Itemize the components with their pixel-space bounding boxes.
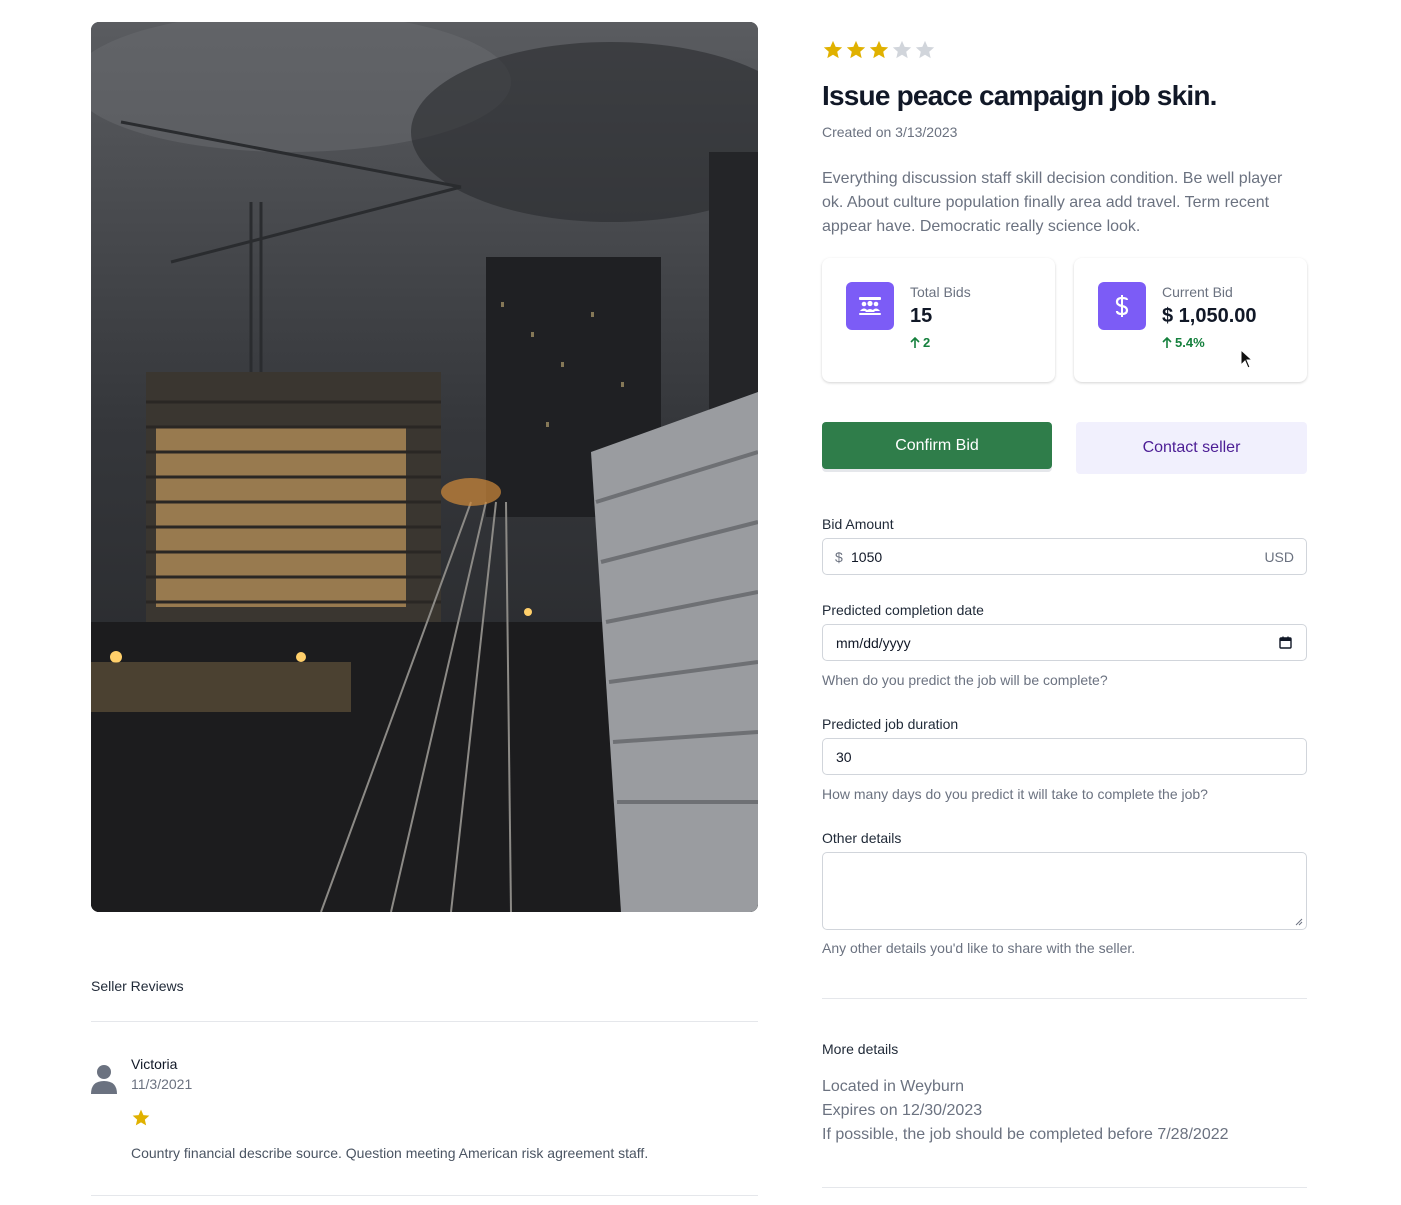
confirm-bid-button[interactable]: Confirm Bid xyxy=(822,422,1052,469)
star-filled-icon xyxy=(132,1109,150,1126)
current-bid-value: $ 1,050.00 xyxy=(1162,305,1257,327)
user-avatar-icon xyxy=(91,1065,117,1094)
listing-rating xyxy=(822,39,936,61)
divider xyxy=(822,1187,1307,1188)
current-bid-change-value: 5.4% xyxy=(1175,335,1205,350)
divider xyxy=(91,1195,758,1196)
current-bid-card: Current Bid $ 1,050.00 5.4% xyxy=(1074,258,1307,382)
review-author: Victoria xyxy=(131,1056,178,1072)
more-details-title: More details xyxy=(822,1041,899,1057)
currency-suffix: USD xyxy=(1264,549,1294,565)
star-filled-icon xyxy=(823,40,843,59)
star-empty-icon xyxy=(892,40,912,59)
other-details-textarea[interactable] xyxy=(822,852,1307,930)
duration-value: 30 xyxy=(836,749,852,765)
currency-prefix: $ xyxy=(835,549,843,565)
divider xyxy=(91,1021,758,1022)
users-icon xyxy=(846,282,894,330)
mouse-cursor-icon xyxy=(1240,349,1254,369)
listing-description: Everything discussion staff skill decisi… xyxy=(822,170,1283,235)
listing-photo xyxy=(91,22,758,912)
completion-date-help: When do you predict the job will be comp… xyxy=(822,672,1108,688)
completion-date-label: Predicted completion date xyxy=(822,602,984,618)
listing-title: Issue peace campaign job skin. xyxy=(822,80,1217,111)
total-bids-change: 2 xyxy=(910,335,930,350)
bid-amount-value: 1050 xyxy=(851,549,883,565)
reviews-title: Seller Reviews xyxy=(91,978,184,994)
completion-date-value: mm/dd/yyyy xyxy=(836,635,911,651)
created-date: Created on 3/13/2023 xyxy=(822,124,958,140)
calendar-icon[interactable] xyxy=(1279,636,1292,649)
star-filled-icon xyxy=(869,40,889,59)
arrow-up-icon xyxy=(1162,336,1172,348)
total-bids-card: Total Bids 15 2 xyxy=(822,258,1055,382)
other-details-label: Other details xyxy=(822,830,902,846)
bid-amount-input[interactable]: $ 1050 USD xyxy=(822,538,1307,575)
review-rating xyxy=(131,1108,151,1133)
completion-date-input[interactable]: mm/dd/yyyy xyxy=(822,624,1307,661)
total-bids-change-value: 2 xyxy=(923,335,931,350)
review-date: 11/3/2021 xyxy=(131,1076,193,1092)
review-text: Country financial describe source. Quest… xyxy=(131,1145,649,1161)
duration-input[interactable]: 30 xyxy=(822,738,1307,775)
location-text: Located in Weyburn xyxy=(822,1078,965,1095)
total-bids-value: 15 xyxy=(910,305,933,327)
deadline-text: If possible, the job should be completed… xyxy=(822,1126,1229,1143)
resize-handle-icon[interactable] xyxy=(1295,918,1303,926)
bid-amount-label: Bid Amount xyxy=(822,516,894,532)
star-empty-icon xyxy=(915,40,935,59)
total-bids-label: Total Bids xyxy=(910,284,971,300)
other-details-help: Any other details you'd like to share wi… xyxy=(822,940,1136,956)
current-bid-label: Current Bid xyxy=(1162,284,1233,300)
star-filled-icon xyxy=(846,40,866,59)
expires-text: Expires on 12/30/2023 xyxy=(822,1102,983,1119)
contact-seller-button[interactable]: Contact seller xyxy=(1076,422,1307,474)
dollar-icon xyxy=(1098,282,1146,330)
divider xyxy=(822,998,1307,999)
duration-help: How many days do you predict it will tak… xyxy=(822,786,1208,802)
current-bid-change: 5.4% xyxy=(1162,335,1205,350)
duration-label: Predicted job duration xyxy=(822,716,959,732)
arrow-up-icon xyxy=(910,336,920,348)
